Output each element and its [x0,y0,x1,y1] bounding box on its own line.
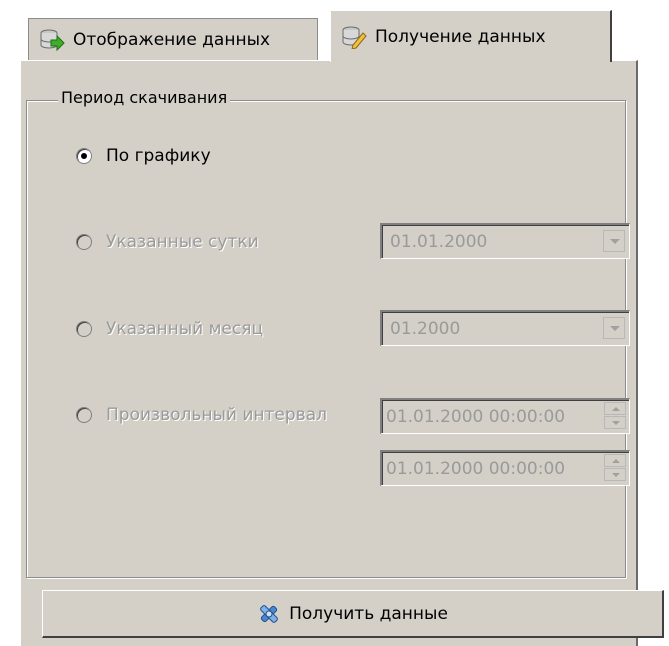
tab-get-data-label: Получение данных [375,26,546,47]
radio-button[interactable] [76,148,92,164]
database-arrow-icon [39,28,65,52]
tab-display-data-label: Отображение данных [73,29,271,50]
spin-down-icon[interactable] [604,416,626,429]
database-edit-icon [341,25,367,50]
interval-to-field[interactable]: 01.01.2000 00:00:00 [380,450,630,486]
period-group-title: Период скачивания [58,88,231,107]
spin-buttons[interactable] [604,402,626,430]
radio-specified-month[interactable]: Указанный месяц [76,319,263,339]
spin-buttons[interactable] [604,454,626,482]
radio-by-schedule[interactable]: По графику [76,146,211,166]
interval-from-value: 01.01.2000 00:00:00 [386,406,566,427]
tab-display-data[interactable]: Отображение данных [28,18,318,60]
radio-custom-interval-label: Произвольный интервал [106,405,327,425]
radio-specified-day[interactable]: Указанные сутки [76,232,259,252]
chevron-down-icon[interactable] [603,230,625,252]
window-frame: Отображение данных Получение данных Пери… [0,0,669,646]
day-combobox-value: 01.01.2000 [390,231,488,252]
spin-up-icon[interactable] [604,454,626,467]
radio-button[interactable] [76,234,92,250]
spin-up-icon[interactable] [604,402,626,415]
radio-button[interactable] [76,407,92,423]
satellite-icon [257,602,281,626]
month-combobox-value: 01.2000 [390,318,461,339]
interval-to-value: 01.01.2000 00:00:00 [386,458,566,479]
month-combobox[interactable]: 01.2000 [380,310,630,346]
chevron-down-icon[interactable] [603,317,625,339]
tab-get-data[interactable]: Получение данных [330,10,612,62]
radio-button[interactable] [76,321,92,337]
interval-from-field[interactable]: 01.01.2000 00:00:00 [380,398,630,434]
radio-specified-month-label: Указанный месяц [106,319,264,339]
radio-custom-interval[interactable]: Произвольный интервал [76,405,327,425]
radio-specified-day-label: Указанные сутки [106,232,259,252]
get-data-button-label: Получить данные [289,603,448,624]
get-data-button[interactable]: Получить данные [42,590,664,638]
spin-down-icon[interactable] [604,468,626,481]
radio-by-schedule-label: По графику [106,146,211,166]
day-combobox[interactable]: 01.01.2000 [380,223,630,259]
